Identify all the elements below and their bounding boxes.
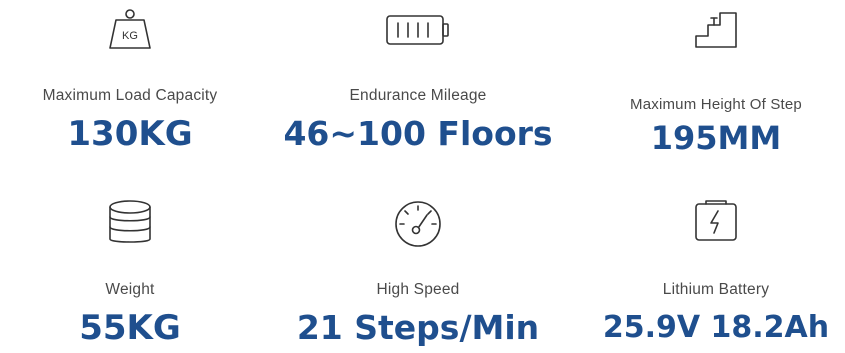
spec-label: Lithium Battery [662, 281, 770, 298]
stairs-icon [693, 10, 739, 50]
spec-label: Maximum Load Capacity [42, 87, 218, 104]
spec-label: Endurance Mileage [349, 87, 487, 104]
spec-value: 55KG [79, 308, 181, 348]
spec-value: 195MM [650, 119, 782, 157]
speedometer-icon [393, 199, 443, 249]
spec-value: 25.9V 18.2Ah [602, 310, 830, 345]
weight-kg-icon-text: KG [122, 30, 138, 42]
spec-label: Weight [105, 281, 155, 298]
battery-icon [385, 14, 451, 46]
spec-value: 46~100 Floors [283, 114, 553, 153]
specs-page: { "specs": [ {"icon": "weight-kg-icon", … [0, 0, 845, 353]
lithium-battery-icon [693, 198, 739, 244]
weight-kg-icon: KG [104, 8, 156, 52]
spec-label: Maximum Height Of Step [630, 96, 802, 113]
spec-label: High Speed [376, 281, 460, 298]
spec-value: 21 Steps/Min [296, 308, 540, 347]
stacked-discs-icon [106, 199, 154, 247]
spec-value: 130KG [67, 114, 193, 154]
